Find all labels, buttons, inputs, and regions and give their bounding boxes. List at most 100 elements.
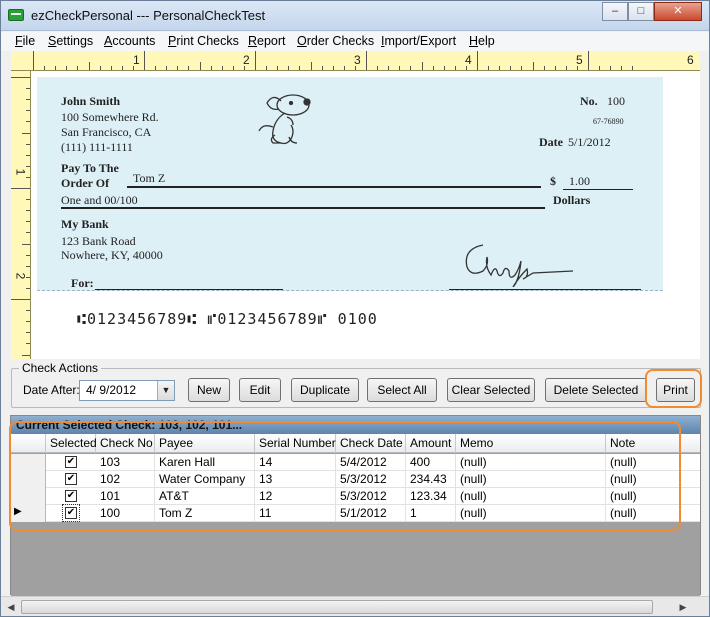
ruler-tick: [632, 66, 634, 70]
ruler-tick: [232, 66, 234, 70]
ruler-tick: [26, 310, 30, 312]
check-preview[interactable]: John Smith 100 Somewhere Rd. San Francis…: [37, 77, 663, 291]
chevron-down-icon[interactable]: ▼: [157, 381, 174, 400]
menu-order-checks[interactable]: Order Checks: [297, 34, 374, 48]
amount-words: One and 00/100: [61, 193, 138, 207]
ruler-tick: [11, 299, 30, 300]
menu-settings[interactable]: Settings: [48, 34, 93, 48]
delete-selected-button[interactable]: Delete Selected: [545, 378, 647, 402]
ruler-tick: [432, 66, 434, 70]
clear-selected-button[interactable]: Clear Selected: [447, 378, 535, 402]
horizontal-scrollbar[interactable]: ◀ ▶: [1, 596, 709, 616]
ruler-tick: [576, 66, 578, 70]
micr-line: ⑆0123456789⑆ ⑈0123456789⑈ 0100: [77, 310, 378, 328]
ruler-tick: [377, 66, 379, 70]
ruler-tick: [26, 99, 30, 101]
top-ruler: 1 2 3 4 5 6: [11, 51, 700, 71]
edit-button[interactable]: Edit: [239, 378, 281, 402]
check-actions-label: Check Actions: [19, 361, 102, 375]
payee-value: Tom Z: [133, 171, 166, 185]
ruler-tick: [26, 276, 30, 278]
ruler-tick: [465, 66, 467, 70]
menu-print-checks[interactable]: Print Checks: [168, 34, 239, 48]
ruler-tick: [26, 254, 30, 256]
menu-accounts[interactable]: Accounts: [104, 34, 155, 48]
check-number-value: 100: [607, 94, 625, 108]
menu-file[interactable]: File: [15, 34, 35, 48]
ruler-tick: [288, 66, 290, 70]
bank-address-line1: 123 Bank Road: [61, 234, 136, 248]
app-window: ezCheckPersonal --- PersonalCheckTest ‒ …: [0, 0, 710, 617]
ruler-tick: [488, 66, 490, 70]
select-all-button[interactable]: Select All: [367, 378, 437, 402]
ruler-tick: [99, 66, 101, 70]
minimize-button[interactable]: ‒: [602, 2, 628, 21]
ruler-tick: [132, 66, 134, 70]
ruler-tick: [26, 343, 30, 345]
ruler-tick: [26, 176, 30, 178]
ruler-label: 6: [687, 53, 694, 67]
ruler-tick: [26, 210, 30, 212]
ruler-tick: [26, 143, 30, 145]
ruler-tick: [26, 332, 30, 334]
ruler-tick: [44, 66, 46, 70]
left-ruler: 1 2: [11, 71, 31, 359]
ruler-tick: [277, 66, 279, 70]
bank-name: My Bank: [61, 217, 109, 231]
dog-logo-icon: [258, 94, 311, 145]
ruler-tick: [22, 132, 30, 134]
ruler-tick: [599, 66, 601, 70]
ruler-tick: [477, 51, 478, 70]
ruler-tick: [155, 66, 157, 70]
ruler-tick: [321, 66, 323, 70]
ruler-label: 1: [13, 168, 28, 176]
ruler-tick: [332, 66, 334, 70]
ruler-tick: [266, 66, 268, 70]
ruler-tick: [621, 66, 623, 70]
ruler-tick: [26, 232, 30, 234]
menu-help[interactable]: Help: [469, 34, 495, 48]
ruler-tick: [521, 66, 523, 70]
duplicate-button[interactable]: Duplicate: [291, 378, 359, 402]
ruler-tick: [55, 66, 57, 70]
ruler-tick: [443, 66, 445, 70]
maximize-button[interactable]: □: [628, 2, 654, 21]
ruler-tick: [166, 66, 168, 70]
owner-address-line2: San Francisco, CA: [61, 125, 152, 139]
ruler-tick: [565, 66, 567, 70]
ruler-tick: [144, 51, 145, 70]
menu-import-export[interactable]: Import/Export: [381, 34, 456, 48]
routing-fraction: 67-76890: [593, 117, 624, 126]
ruler-tick: [454, 66, 456, 70]
ruler-label: 1: [133, 53, 140, 67]
ruler-tick: [26, 121, 30, 123]
date-after-picker[interactable]: 4/ 9/2012 ▼: [79, 380, 175, 401]
ruler-tick: [221, 66, 223, 70]
ruler-tick: [22, 354, 30, 356]
scroll-left-icon[interactable]: ◀: [3, 599, 19, 615]
ruler-tick: [399, 66, 401, 70]
scrollbar-thumb[interactable]: [21, 600, 653, 614]
ruler-label: 5: [576, 53, 583, 67]
ruler-tick: [110, 66, 112, 70]
dollars-label: Dollars: [553, 193, 591, 207]
signature-icon: [465, 244, 574, 287]
ruler-tick: [26, 221, 30, 223]
new-button[interactable]: New: [188, 378, 230, 402]
ruler-tick: [421, 62, 423, 70]
ruler-tick: [388, 66, 390, 70]
owner-name: John Smith: [61, 94, 121, 108]
title-bar[interactable]: ezCheckPersonal --- PersonalCheckTest ‒ …: [1, 1, 709, 31]
scroll-right-icon[interactable]: ▶: [675, 599, 691, 615]
ruler-tick: [510, 66, 512, 70]
pay-to-label: Pay To The: [61, 161, 119, 175]
menu-report[interactable]: Report: [248, 34, 286, 48]
bank-address-line2: Nowhere, KY, 40000: [61, 248, 163, 262]
ruler-tick: [366, 51, 367, 70]
ruler-label: 3: [354, 53, 361, 67]
ruler-tick: [499, 66, 501, 70]
ruler-tick: [26, 265, 30, 267]
check-number-label: No.: [580, 94, 598, 108]
ruler-tick: [26, 199, 30, 201]
close-button[interactable]: ✕: [654, 2, 702, 21]
